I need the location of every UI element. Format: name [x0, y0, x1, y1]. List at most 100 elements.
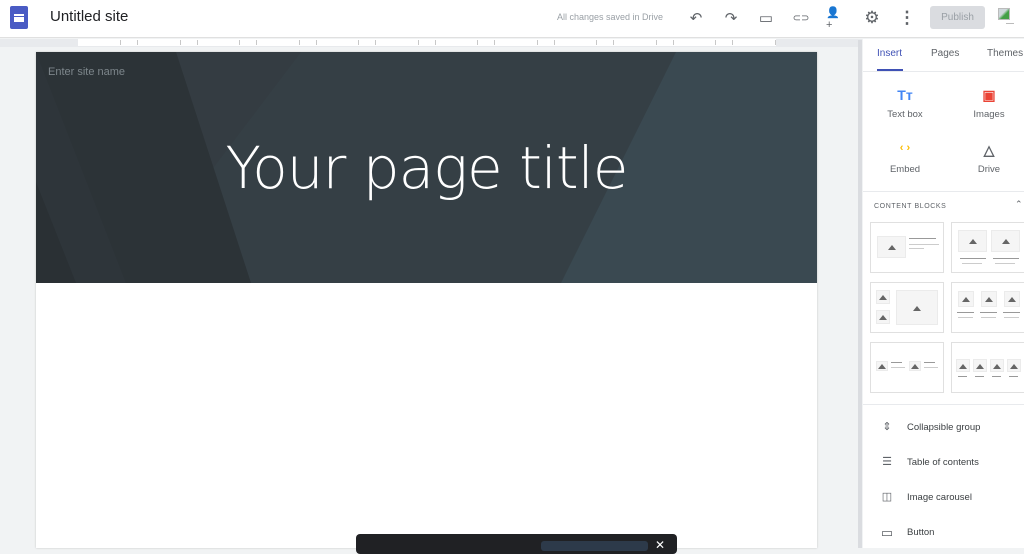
- avatar[interactable]: [998, 6, 1016, 28]
- content-block-image-text[interactable]: [870, 222, 944, 273]
- publish-button[interactable]: Publish: [930, 6, 985, 29]
- text-line: [924, 367, 938, 368]
- text-line: [909, 244, 939, 245]
- component-label: Collapsible group: [907, 422, 981, 433]
- image-placeholder-icon: [876, 290, 890, 304]
- image-placeholder-icon: [958, 291, 974, 307]
- image-placeholder-icon: [876, 310, 890, 324]
- content-block-four-images[interactable]: [951, 342, 1024, 393]
- insert-drive[interactable]: △ Drive: [954, 142, 1024, 175]
- ruler-tick: [434, 40, 436, 45]
- ruler-tick: [417, 40, 419, 45]
- image-placeholder-icon: [958, 230, 987, 252]
- text-line: [1003, 312, 1020, 313]
- canvas-scrollbar[interactable]: [858, 40, 862, 548]
- text-line: [981, 317, 996, 318]
- ruler-tick: [715, 40, 716, 45]
- text-line: [957, 312, 974, 313]
- site-name-input[interactable]: Enter site name: [48, 66, 125, 78]
- content-block-two-images[interactable]: [951, 222, 1024, 273]
- ruler-tick: [256, 40, 257, 45]
- link-icon[interactable]: ⊂⊃: [791, 8, 811, 28]
- ruler-tick: [732, 40, 733, 45]
- ruler-tick: [298, 40, 300, 45]
- divider: [863, 191, 1024, 192]
- page-canvas[interactable]: Enter site name Your page title: [36, 52, 817, 548]
- insert-collapsible-group[interactable]: ⇕ Collapsible group: [863, 415, 1024, 441]
- image-placeholder-icon: [896, 290, 938, 325]
- image-icon: ▣: [982, 87, 996, 103]
- image-placeholder-icon: [876, 361, 888, 371]
- close-icon[interactable]: ✕: [655, 538, 665, 552]
- ruler-tick: [655, 40, 657, 45]
- insert-table-of-contents[interactable]: ☰ Table of contents: [863, 450, 1024, 476]
- component-label: Table of contents: [907, 457, 979, 468]
- more-vert-icon[interactable]: ⋮: [897, 8, 917, 28]
- table-of-contents-icon: ☰: [882, 456, 892, 468]
- active-tab-indicator: [877, 69, 903, 71]
- tab-themes[interactable]: Themes: [987, 48, 1023, 59]
- text-line: [992, 376, 1001, 377]
- image-placeholder-icon: [973, 359, 987, 372]
- insert-text-box[interactable]: Tт Text box: [870, 87, 940, 120]
- ruler-tick: [613, 40, 614, 45]
- embed-code-icon: ‹ ›: [899, 142, 911, 154]
- button-icon: ▭: [880, 525, 894, 540]
- insert-image-carousel[interactable]: ◫ Image carousel: [863, 485, 1024, 511]
- ruler-tick: [358, 40, 359, 45]
- ruler-margin-left: [0, 39, 78, 47]
- insert-images[interactable]: ▣ Images: [954, 87, 1024, 120]
- content-blocks-heading: CONTENT BLOCKS: [874, 203, 947, 210]
- google-sites-icon[interactable]: [10, 6, 28, 29]
- image-placeholder-icon: [1007, 359, 1021, 372]
- text-line: [1009, 376, 1018, 377]
- header-banner[interactable]: Enter site name Your page title: [36, 52, 817, 283]
- ruler-margin-right: [776, 39, 862, 47]
- text-line: [924, 362, 935, 363]
- top-bar: Untitled site All changes saved in Drive…: [0, 0, 1024, 38]
- text-line: [995, 263, 1015, 264]
- component-label: Image carousel: [907, 492, 972, 503]
- avatar-image: [998, 8, 1010, 20]
- insert-label: Images: [973, 109, 1005, 120]
- panel-tabs: Insert Pages Themes: [863, 39, 1024, 72]
- tab-pages[interactable]: Pages: [931, 48, 959, 59]
- tab-insert[interactable]: Insert: [877, 48, 902, 59]
- ruler-tick: [494, 40, 495, 45]
- text-line: [980, 312, 997, 313]
- text-line: [891, 362, 902, 363]
- ruler-tick: [596, 40, 597, 45]
- preview-devices-icon[interactable]: ▭: [756, 8, 776, 28]
- save-status: All changes saved in Drive: [557, 12, 664, 22]
- image-carousel-icon: ◫: [881, 491, 893, 503]
- text-line: [891, 367, 905, 368]
- undo-icon[interactable]: ↶: [686, 8, 706, 28]
- content-block-three-images[interactable]: [951, 282, 1024, 333]
- add-person-icon[interactable]: 👤+: [826, 7, 846, 31]
- gear-icon[interactable]: ⚙: [862, 8, 882, 28]
- text-line: [975, 376, 984, 377]
- text-line: [958, 317, 973, 318]
- ruler-tick: [120, 40, 121, 45]
- ruler-tick: [536, 40, 538, 45]
- text-line: [960, 258, 986, 259]
- redo-icon[interactable]: ↷: [721, 8, 741, 28]
- text-box-icon: Tт: [897, 87, 913, 103]
- insert-embed[interactable]: ‹ › Embed: [870, 142, 940, 175]
- page-title[interactable]: Your page title: [36, 134, 817, 202]
- snackbar-action-button[interactable]: [541, 541, 648, 551]
- content-block-image-text-pairs[interactable]: [870, 342, 944, 393]
- drive-icon: △: [983, 142, 995, 158]
- image-placeholder-icon: [990, 359, 1004, 372]
- text-line: [1004, 317, 1019, 318]
- text-line: [993, 258, 1019, 259]
- chevron-up-icon[interactable]: ⌃: [1015, 199, 1023, 210]
- avatar-underline: [1006, 23, 1014, 24]
- ruler: [78, 39, 793, 47]
- content-block-image-grid[interactable]: [870, 282, 944, 333]
- text-line: [958, 376, 967, 377]
- site-title[interactable]: Untitled site: [50, 8, 128, 25]
- ruler-tick: [315, 40, 317, 45]
- insert-button[interactable]: ▭ Button: [863, 520, 1024, 546]
- image-placeholder-icon: [877, 236, 906, 258]
